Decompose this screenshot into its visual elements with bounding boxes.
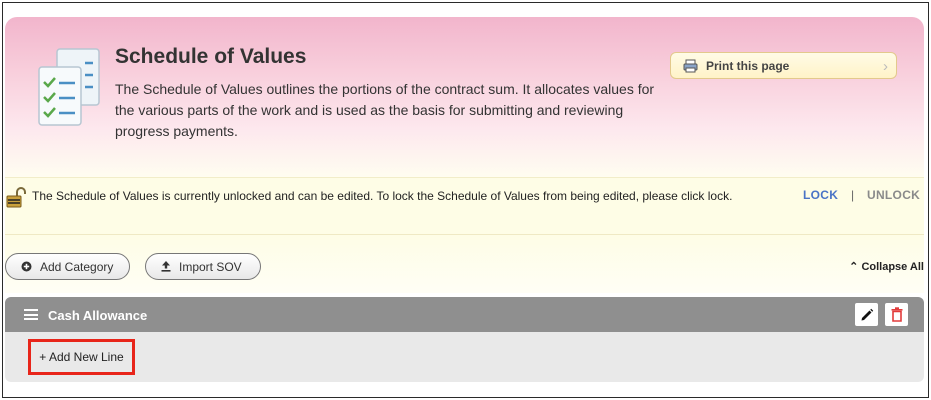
category-panel: Cash Allowance bbox=[5, 297, 924, 382]
delete-category-button[interactable] bbox=[885, 303, 908, 326]
edit-category-button[interactable] bbox=[855, 303, 878, 326]
page-title: Schedule of Values bbox=[115, 45, 307, 68]
unlock-link[interactable]: UNLOCK bbox=[867, 188, 920, 202]
chevron-right-icon: › bbox=[883, 58, 888, 75]
page-description: The Schedule of Values outlines the port… bbox=[115, 81, 655, 139]
print-page-button[interactable]: Print this page › bbox=[670, 52, 897, 79]
import-sov-label: Import SOV bbox=[179, 259, 242, 274]
printer-icon bbox=[683, 59, 698, 72]
collapse-all-label: Collapse All bbox=[861, 261, 924, 273]
document-checklist-icon bbox=[38, 48, 100, 126]
import-sov-button[interactable]: Import SOV bbox=[145, 253, 261, 280]
plus-circle-icon bbox=[21, 261, 32, 272]
lock-status-message: The Schedule of Values is currently unlo… bbox=[32, 189, 733, 203]
add-category-button[interactable]: Add Category bbox=[5, 253, 130, 280]
add-category-label: Add Category bbox=[40, 259, 114, 274]
lock-status-bar: The Schedule of Values is currently unlo… bbox=[5, 177, 924, 235]
lock-link[interactable]: LOCK bbox=[803, 188, 838, 202]
upload-icon bbox=[161, 261, 171, 272]
print-page-label: Print this page bbox=[706, 58, 790, 73]
double-chevron-up-icon: ⌃ bbox=[849, 261, 859, 273]
page-header: Schedule of Values The Schedule of Value… bbox=[5, 17, 924, 177]
sov-toolbar: Add Category Import SOV ⌃ Collapse All bbox=[5, 235, 924, 293]
pencil-icon bbox=[861, 308, 873, 320]
unlocked-padlock-icon bbox=[6, 187, 26, 208]
drag-handle-icon[interactable] bbox=[24, 309, 38, 320]
add-new-line-button[interactable]: + Add New Line bbox=[28, 339, 135, 375]
category-header[interactable]: Cash Allowance bbox=[5, 297, 924, 332]
trash-icon bbox=[891, 307, 902, 322]
category-title: Cash Allowance bbox=[48, 308, 148, 323]
collapse-all-button[interactable]: ⌃ Collapse All bbox=[849, 260, 924, 273]
lock-separator: | bbox=[851, 188, 855, 202]
